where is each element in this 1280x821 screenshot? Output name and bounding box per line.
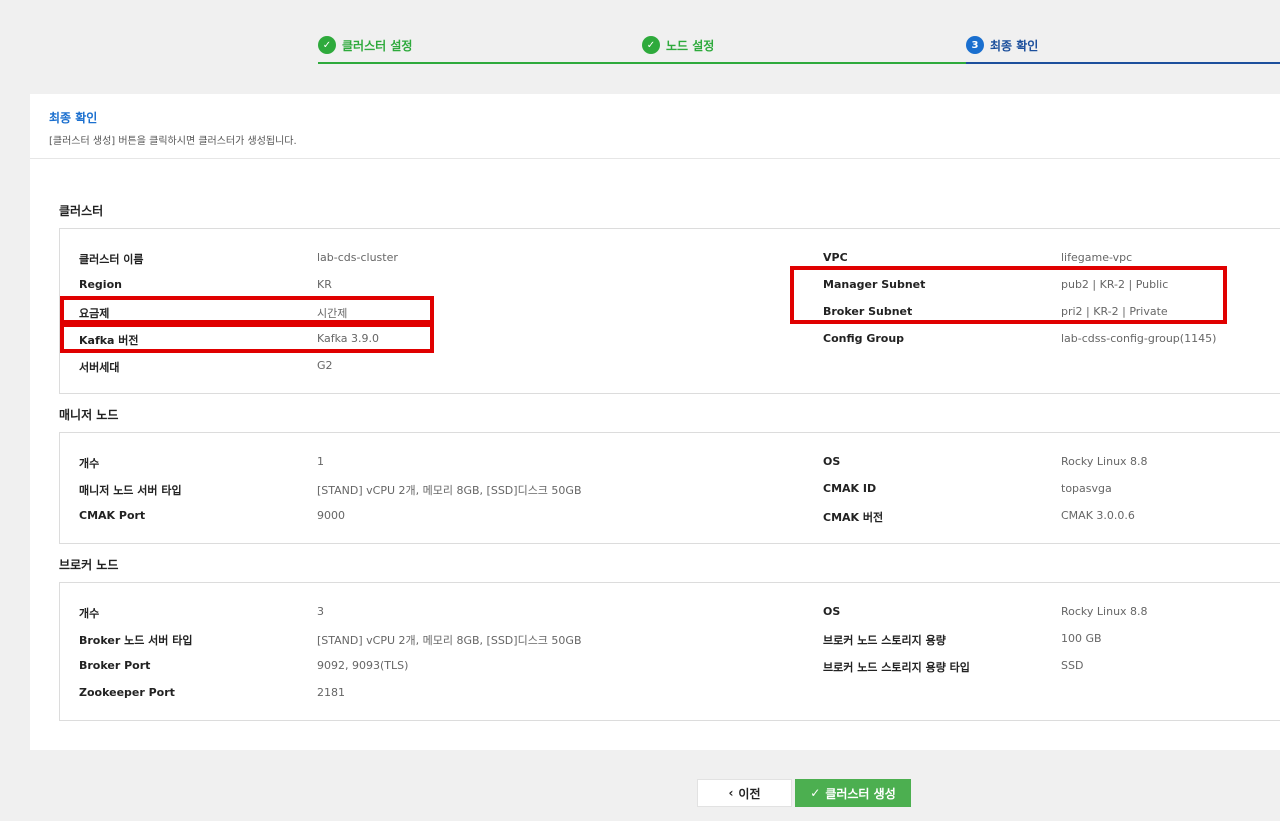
info-label: 클러스터 이름 xyxy=(79,253,144,266)
info-value: 시간제 xyxy=(317,307,348,320)
info-label: 브로커 노드 스토리지 용량 타입 xyxy=(823,661,970,674)
manager-left-column: 개수 1 매니저 노드 서버 타입 [STAND] vCPU 2개, 메모리 8GB… xyxy=(79,433,679,543)
step-progress-line xyxy=(318,62,642,64)
info-label: Zookeeper Port xyxy=(79,686,175,699)
chevron-left-icon: ‹ xyxy=(728,786,734,800)
create-cluster-button-label: 클러스터 생성 xyxy=(825,786,896,801)
step-node-settings[interactable]: ✓ 노드 설정 xyxy=(642,36,714,54)
info-label: CMAK ID xyxy=(823,482,877,495)
check-icon: ✓ xyxy=(810,786,821,800)
info-label: Kafka 버전 xyxy=(79,334,139,347)
cluster-info-box: 클러스터 이름 lab-cds-cluster Region KR 요금제 시간제 K… xyxy=(59,228,1280,394)
info-label: Config Group xyxy=(823,332,905,345)
info-label: Broker Subnet xyxy=(823,305,913,318)
info-value: Kafka 3.9.0 xyxy=(317,332,380,345)
stepper: ✓ 클러스터 설정 ✓ 노드 설정 3 최종 확인 xyxy=(0,0,1280,66)
step-progress-line xyxy=(642,62,966,64)
manager-right-column: OS Rocky Linux 8.8 CMAK ID topasvga CMAK 버… xyxy=(823,433,1280,543)
info-label: 매니저 노드 서버 타입 xyxy=(79,484,182,497)
final-review-card: 최종 확인 [클러스터 생성] 버튼을 클릭하시면 클러스터가 생성됩니다. 클… xyxy=(30,94,1280,750)
info-value: 3 xyxy=(317,605,324,618)
info-label: CMAK Port xyxy=(79,509,146,522)
info-label: Broker Port xyxy=(79,659,151,672)
broker-info-box: 개수 3 Broker 노드 서버 타입 [STAND] vCPU 2개, 메모리 … xyxy=(59,582,1280,721)
info-label: OS xyxy=(823,455,841,468)
info-value: topasvga xyxy=(1061,482,1112,495)
info-value: 2181 xyxy=(317,686,345,699)
info-label: Region xyxy=(79,278,122,291)
info-value: lifegame-vpc xyxy=(1061,251,1133,264)
manager-info-box: 개수 1 매니저 노드 서버 타입 [STAND] vCPU 2개, 메모리 8GB… xyxy=(59,432,1280,544)
info-value: KR xyxy=(317,278,332,291)
info-label: 서버세대 xyxy=(79,361,120,374)
broker-left-column: 개수 3 Broker 노드 서버 타입 [STAND] vCPU 2개, 메모리 … xyxy=(79,583,679,720)
info-value: 9000 xyxy=(317,509,345,522)
step-progress-line xyxy=(966,62,1280,64)
info-value: pri2 | KR-2 | Private xyxy=(1061,305,1168,318)
info-label: CMAK 버전 xyxy=(823,511,884,524)
info-value: 9092, 9093(TLS) xyxy=(317,659,409,672)
step-label: 노드 설정 xyxy=(666,38,715,53)
create-cluster-button[interactable]: ✓ 클러스터 생성 xyxy=(795,779,911,807)
info-value: [STAND] vCPU 2개, 메모리 8GB, [SSD]디스크 50GB xyxy=(317,634,582,647)
info-value: lab-cdss-config-group(1145) xyxy=(1061,332,1217,345)
cluster-left-column: 클러스터 이름 lab-cds-cluster Region KR 요금제 시간제 K… xyxy=(79,229,679,393)
info-label: Broker 노드 서버 타입 xyxy=(79,634,193,647)
info-value: CMAK 3.0.0.6 xyxy=(1061,509,1135,522)
step-cluster-settings[interactable]: ✓ 클러스터 설정 xyxy=(318,36,412,54)
step-final-review[interactable]: 3 최종 확인 xyxy=(966,36,1038,54)
prev-button[interactable]: ‹ 이전 xyxy=(697,779,792,807)
info-label: 개수 xyxy=(79,457,100,470)
info-label: OS xyxy=(823,605,841,618)
info-value: lab-cds-cluster xyxy=(317,251,398,264)
info-value: [STAND] vCPU 2개, 메모리 8GB, [SSD]디스크 50GB xyxy=(317,484,582,497)
section-title-cluster: 클러스터 xyxy=(59,204,104,218)
info-value: SSD xyxy=(1061,659,1084,672)
page-description: [클러스터 생성] 버튼을 클릭하시면 클러스터가 생성됩니다. xyxy=(49,136,297,147)
check-icon: ✓ xyxy=(642,36,660,54)
info-value: 1 xyxy=(317,455,324,468)
step-label: 클러스터 설정 xyxy=(342,38,413,53)
info-label: 개수 xyxy=(79,607,100,620)
broker-right-column: OS Rocky Linux 8.8 브로커 노드 스토리지 용량 100 GB 브… xyxy=(823,583,1280,720)
page-title: 최종 확인 xyxy=(49,111,98,125)
info-label: Manager Subnet xyxy=(823,278,926,291)
info-value: Rocky Linux 8.8 xyxy=(1061,605,1148,618)
card-header: 최종 확인 [클러스터 생성] 버튼을 클릭하시면 클러스터가 생성됩니다. xyxy=(30,94,1280,159)
section-title-manager: 매니저 노드 xyxy=(59,408,119,422)
info-value: Rocky Linux 8.8 xyxy=(1061,455,1148,468)
check-icon: ✓ xyxy=(318,36,336,54)
step-label: 최종 확인 xyxy=(990,38,1039,53)
info-label: 브로커 노드 스토리지 용량 xyxy=(823,634,946,647)
info-value: pub2 | KR-2 | Public xyxy=(1061,278,1169,291)
info-value: 100 GB xyxy=(1061,632,1102,645)
cluster-right-column: VPC lifegame-vpc Manager Subnet pub2 | KR-… xyxy=(823,229,1280,393)
info-value: G2 xyxy=(317,359,333,372)
info-label: 요금제 xyxy=(79,307,110,320)
step-number: 3 xyxy=(966,36,984,54)
info-label: VPC xyxy=(823,251,848,264)
section-title-broker: 브로커 노드 xyxy=(59,558,119,572)
prev-button-label: 이전 xyxy=(738,786,761,801)
